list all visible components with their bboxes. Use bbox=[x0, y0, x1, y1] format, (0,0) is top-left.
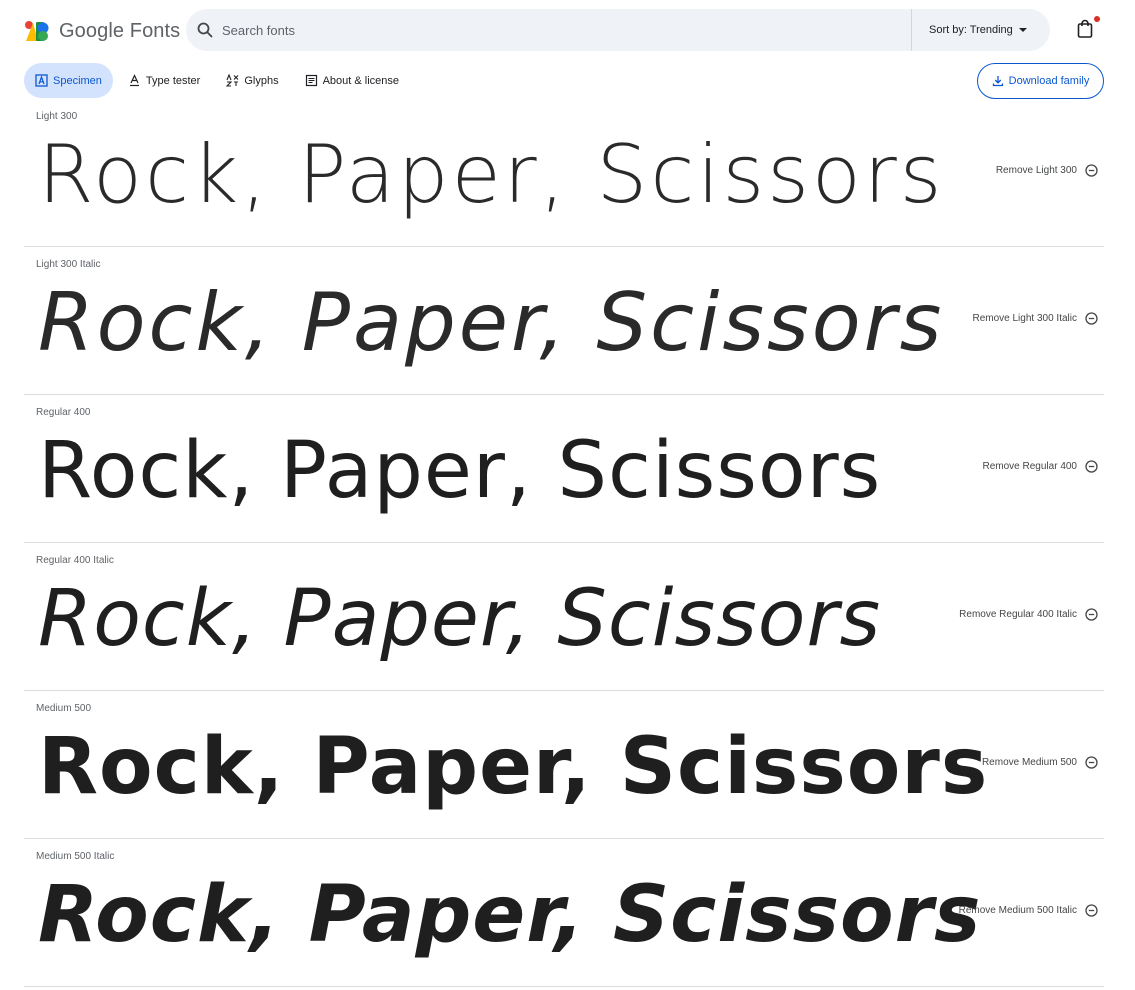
style-row-medium-500: Medium 500 Rock, Paper, Scissors Remove … bbox=[24, 691, 1104, 839]
remove-style-button[interactable]: Remove Regular 400 Italic bbox=[959, 603, 1098, 625]
logo-text: Google Fonts bbox=[59, 19, 181, 42]
tab-type-tester[interactable]: Type tester bbox=[117, 63, 211, 98]
search-input[interactable] bbox=[222, 9, 902, 51]
tab-specimen[interactable]: Specimen bbox=[24, 63, 113, 98]
notification-dot bbox=[1094, 16, 1100, 22]
remove-circle-icon bbox=[1085, 311, 1098, 325]
style-row-medium-500-italic: Medium 500 Italic Rock, Paper, Scissors … bbox=[24, 839, 1104, 987]
remove-circle-icon bbox=[1085, 607, 1098, 621]
tab-label: Specimen bbox=[53, 74, 102, 87]
style-label: Regular 400 bbox=[36, 407, 91, 418]
top-bar: Google Fonts Sort by: Trending bbox=[0, 0, 1135, 60]
specimen-icon bbox=[35, 74, 48, 87]
style-label: Light 300 Italic bbox=[36, 259, 101, 270]
remove-style-label: Remove Regular 400 Italic bbox=[959, 608, 1077, 620]
search-divider bbox=[911, 9, 912, 51]
shopping-bag-icon[interactable] bbox=[1076, 19, 1094, 39]
specimen-text: Rock, Paper, Scissors bbox=[38, 276, 945, 369]
sort-dropdown[interactable]: Sort by: Trending bbox=[929, 9, 1027, 51]
specimen-text: Rock, Paper, Scissors bbox=[38, 128, 945, 221]
font-tabs: Specimen Type tester Glyphs About & lice… bbox=[24, 63, 414, 98]
tab-about-license[interactable]: About & license bbox=[294, 63, 410, 98]
style-label: Light 300 bbox=[36, 111, 78, 122]
remove-style-label: Remove Light 300 bbox=[995, 164, 1077, 176]
specimen-text: Rock, Paper, Scissors bbox=[38, 722, 989, 812]
remove-style-button[interactable]: Remove Medium 500 bbox=[982, 751, 1098, 773]
style-label: Medium 500 Italic bbox=[36, 851, 115, 862]
sort-label: Sort by: Trending bbox=[929, 24, 1013, 36]
remove-style-label: Remove Light 300 Italic bbox=[972, 312, 1077, 324]
tab-label: Type tester bbox=[145, 74, 201, 87]
download-icon bbox=[992, 76, 1003, 87]
google-fonts-logo-icon bbox=[25, 21, 49, 41]
style-row-light-300-italic: Light 300 Italic Rock, Paper, Scissors R… bbox=[24, 247, 1104, 395]
about-icon bbox=[305, 74, 317, 87]
google-fonts-logo[interactable]: Google Fonts bbox=[24, 18, 180, 44]
tab-label: About & license bbox=[322, 74, 400, 87]
remove-style-button[interactable]: Remove Light 300 bbox=[996, 159, 1098, 181]
remove-circle-icon bbox=[1085, 903, 1098, 917]
download-family-label: Download family bbox=[1008, 75, 1090, 87]
search-icon bbox=[197, 22, 213, 38]
tab-glyphs[interactable]: Glyphs bbox=[215, 63, 289, 98]
download-family-button[interactable]: Download family bbox=[977, 63, 1104, 99]
specimen-text: Rock, Paper, Scissors bbox=[38, 426, 882, 516]
style-row-regular-400: Regular 400 Rock, Paper, Scissors Remove… bbox=[24, 395, 1104, 543]
remove-style-label: Remove Medium 500 bbox=[981, 756, 1077, 768]
remove-style-label: Remove Medium 500 Italic bbox=[958, 904, 1077, 916]
remove-circle-icon bbox=[1085, 163, 1098, 177]
glyphs-icon bbox=[226, 74, 239, 87]
remove-style-button[interactable]: Remove Light 300 Italic bbox=[972, 307, 1098, 329]
remove-style-button[interactable]: Remove Regular 400 bbox=[983, 455, 1099, 477]
style-label: Medium 500 bbox=[36, 703, 92, 714]
search-bar: Sort by: Trending bbox=[186, 9, 1050, 51]
specimen-text: Rock, Paper, Scissors bbox=[38, 870, 982, 960]
type-tester-icon bbox=[129, 74, 139, 87]
remove-style-button[interactable]: Remove Medium 500 Italic bbox=[959, 899, 1098, 921]
style-label: Regular 400 Italic bbox=[36, 555, 114, 566]
tab-label: Glyphs bbox=[244, 74, 279, 87]
remove-circle-icon bbox=[1085, 459, 1098, 473]
caret-down-icon bbox=[1018, 28, 1027, 32]
style-row-regular-400-italic: Regular 400 Italic Rock, Paper, Scissors… bbox=[24, 543, 1104, 691]
remove-style-label: Remove Regular 400 bbox=[982, 460, 1078, 472]
remove-circle-icon bbox=[1085, 755, 1098, 769]
specimen-text: Rock, Paper, Scissors bbox=[38, 574, 882, 664]
style-list: Light 300 Rock, Paper, Scissors Remove L… bbox=[24, 99, 1104, 987]
style-row-light-300: Light 300 Rock, Paper, Scissors Remove L… bbox=[24, 99, 1104, 247]
